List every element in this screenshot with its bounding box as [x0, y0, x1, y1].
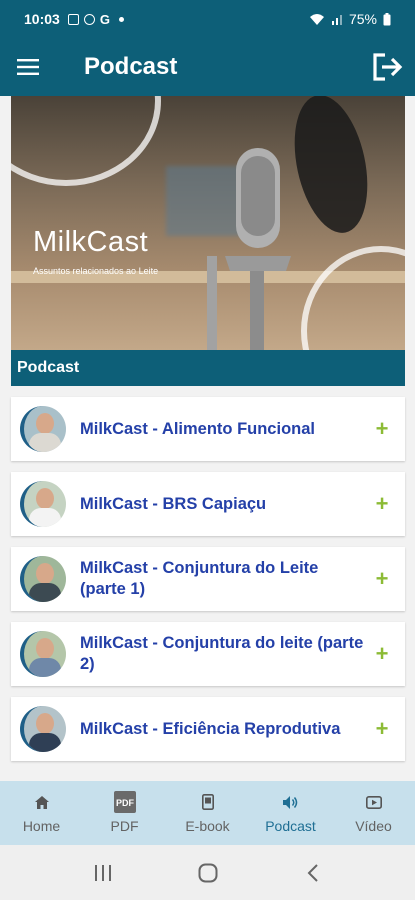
- avatar: [20, 706, 66, 752]
- svg-text:PDF: PDF: [116, 798, 135, 808]
- speaker-icon: [282, 792, 299, 812]
- avatar-body: [29, 508, 61, 527]
- app-bar: Podcast: [0, 38, 415, 96]
- nav-podcast[interactable]: Podcast: [249, 781, 332, 845]
- google-icon: G: [99, 11, 110, 27]
- ebook-icon: [201, 792, 214, 812]
- home-system-button[interactable]: [178, 863, 238, 883]
- nav-home[interactable]: Home: [0, 781, 83, 845]
- home-icon: [34, 792, 49, 812]
- status-time: 10:03: [24, 11, 60, 27]
- nav-pdf-label: PDF: [110, 818, 139, 834]
- avatar: [20, 556, 66, 602]
- avatar-body: [29, 658, 61, 677]
- nav-ebook[interactable]: E-book: [166, 781, 249, 845]
- nav-home-label: Home: [22, 818, 61, 834]
- list-item[interactable]: MilkCast - Conjuntura do leite (parte 2)…: [11, 622, 405, 686]
- nav-video[interactable]: Vídeo: [332, 781, 415, 845]
- list-item[interactable]: MilkCast - Eficiência Reprodutiva +: [11, 697, 405, 761]
- avatar-head: [36, 488, 54, 509]
- page-title: Podcast: [84, 53, 178, 80]
- menu-button[interactable]: [0, 38, 56, 96]
- podcast-title: MilkCast - BRS Capiaçu: [80, 494, 267, 513]
- expand-plus-icon[interactable]: +: [368, 716, 396, 742]
- nav-podcast-label: Podcast: [265, 818, 316, 834]
- banner-subtitle: Assuntos relacionados ao Leite: [33, 266, 159, 276]
- list-item[interactable]: MilkCast - Conjuntura do Leite (parte 1)…: [11, 547, 405, 611]
- podcast-list: MilkCast - Alimento Funcional + MilkCast…: [11, 397, 405, 772]
- podcast-title: MilkCast - Conjuntura do leite (parte 2): [80, 634, 364, 673]
- back-button[interactable]: [283, 863, 343, 882]
- system-nav-bar: [0, 845, 415, 900]
- expand-plus-icon[interactable]: +: [368, 566, 396, 592]
- bottom-nav: Home PDF PDF E-book Podcast Vídeo: [0, 781, 415, 845]
- microphone-image: [207, 96, 368, 350]
- podcast-title: MilkCast - Conjuntura do Leite (parte 1): [80, 559, 319, 598]
- nav-video-label: Vídeo: [355, 818, 392, 834]
- nav-ebook-label: E-book: [185, 818, 230, 834]
- logout-icon: [373, 53, 403, 81]
- circle-app-icon: [83, 13, 95, 25]
- podcast-banner: MilkCast Assuntos relacionados ao Leite: [11, 96, 405, 350]
- avatar-body: [29, 433, 61, 452]
- avatar-head: [36, 413, 54, 434]
- podcast-title: MilkCast - Alimento Funcional: [80, 419, 315, 438]
- signal-icon: [331, 15, 342, 25]
- banner-title: MilkCast: [33, 226, 149, 258]
- avatar: [20, 631, 66, 677]
- notification-icons: G: [67, 11, 124, 27]
- avatar-head: [36, 563, 54, 584]
- status-bar: 10:03 G 75%: [0, 0, 415, 38]
- video-icon: [365, 792, 382, 812]
- avatar: [20, 406, 66, 452]
- back-chevron-icon: [307, 863, 318, 882]
- section-header: Podcast: [11, 350, 405, 386]
- recent-apps-button[interactable]: [73, 864, 133, 881]
- image-icon: [67, 13, 79, 25]
- battery-percent: 75%: [348, 11, 377, 27]
- expand-plus-icon[interactable]: +: [368, 416, 396, 442]
- hamburger-menu-icon: [17, 59, 39, 75]
- status-right: 75%: [309, 11, 391, 27]
- avatar: [20, 481, 66, 527]
- wifi-icon: [309, 13, 324, 25]
- list-item[interactable]: MilkCast - BRS Capiaçu +: [11, 472, 405, 536]
- recent-apps-icon: [94, 864, 111, 881]
- expand-plus-icon[interactable]: +: [368, 491, 396, 517]
- avatar-head: [36, 638, 54, 659]
- pdf-icon: PDF: [113, 791, 136, 813]
- battery-icon: [383, 12, 391, 25]
- podcast-title: MilkCast - Eficiência Reprodutiva: [80, 719, 341, 738]
- avatar-head: [36, 713, 54, 734]
- list-item[interactable]: MilkCast - Alimento Funcional +: [11, 397, 405, 461]
- expand-plus-icon[interactable]: +: [368, 641, 396, 667]
- notification-dot-icon: [118, 16, 124, 22]
- avatar-body: [29, 733, 61, 752]
- avatar-body: [29, 583, 61, 602]
- logout-button[interactable]: [359, 38, 415, 96]
- nav-pdf[interactable]: PDF PDF: [83, 781, 166, 845]
- home-circle-icon: [198, 863, 217, 882]
